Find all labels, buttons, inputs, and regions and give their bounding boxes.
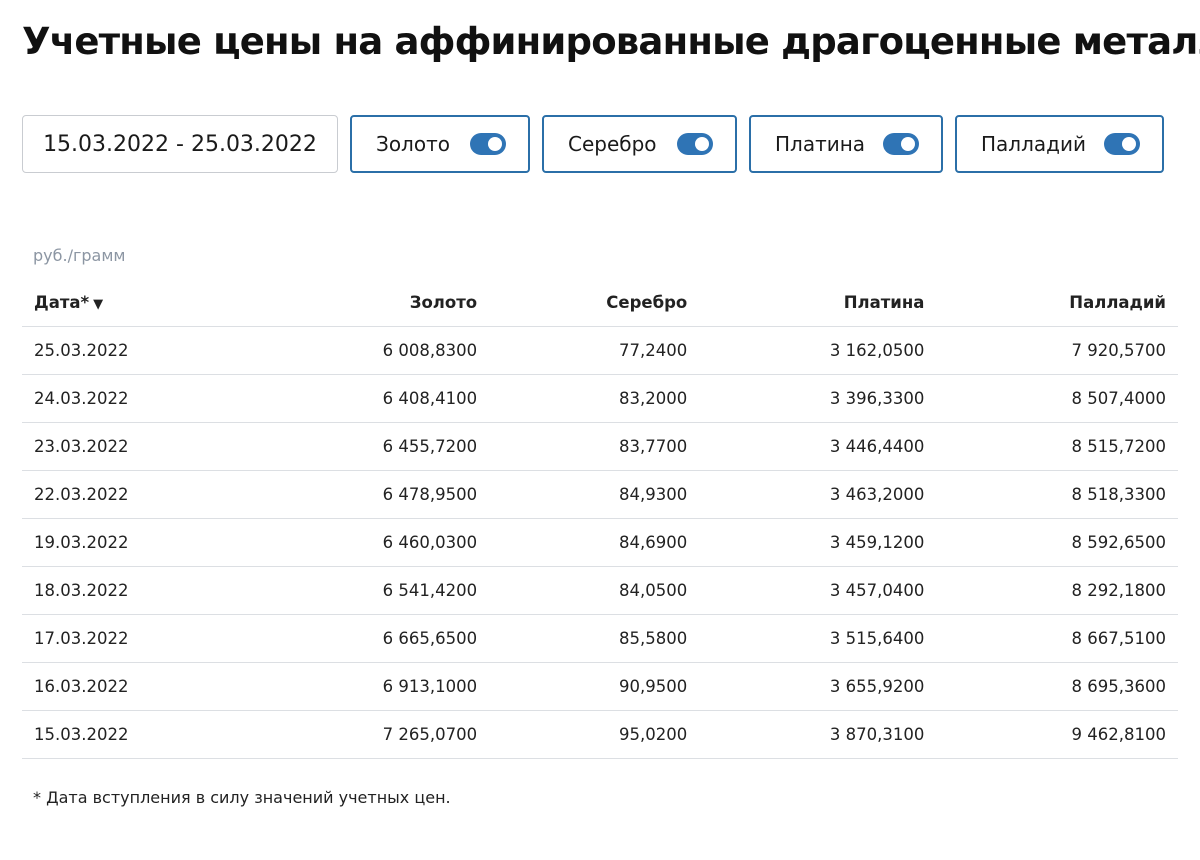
- toggle-gold[interactable]: Золото: [350, 115, 530, 173]
- table-row: 16.03.2022 6 913,1000 90,9500 3 655,9200 8 6…: [22, 662, 1178, 711]
- cell-silver: 77,2400: [489, 326, 700, 375]
- cell-palladium: 8 695,3600: [936, 662, 1178, 711]
- cell-palladium: 8 592,6500: [936, 518, 1178, 567]
- table-row: 17.03.2022 6 665,6500 85,5800 3 515,6400 8 6…: [22, 614, 1178, 663]
- cell-date: 24.03.2022: [22, 374, 252, 423]
- cell-gold: 6 460,0300: [252, 518, 490, 567]
- cell-gold: 6 541,4200: [252, 566, 490, 615]
- column-header-palladium: Палладий: [936, 280, 1178, 327]
- cell-date: 23.03.2022: [22, 422, 252, 471]
- cell-date: 15.03.2022: [22, 710, 252, 759]
- cell-palladium: 8 292,1800: [936, 566, 1178, 615]
- cell-palladium: 7 920,5700: [936, 326, 1178, 375]
- cell-platinum: 3 515,6400: [699, 614, 937, 663]
- toggle-palladium[interactable]: Палладий: [955, 115, 1164, 173]
- page-title: Учетные цены на аффинированные драгоценн…: [22, 20, 1200, 63]
- table-header-row: Дата* ▼ Золото Серебро Платина Палладий: [22, 280, 1178, 327]
- cell-platinum: 3 446,4400: [699, 422, 937, 471]
- table-row: 22.03.2022 6 478,9500 84,9300 3 463,2000 8 5…: [22, 470, 1178, 519]
- cell-gold: 6 913,1000: [252, 662, 490, 711]
- sort-down-icon[interactable]: ▼: [93, 297, 103, 312]
- cell-palladium: 8 667,5100: [936, 614, 1178, 663]
- cell-silver: 84,6900: [489, 518, 700, 567]
- toggle-label: Платина: [775, 132, 866, 156]
- cell-date: 19.03.2022: [22, 518, 252, 567]
- cell-gold: 7 265,0700: [252, 710, 490, 759]
- cell-palladium: 9 462,8100: [936, 710, 1178, 759]
- cell-platinum: 3 870,3100: [699, 710, 937, 759]
- cell-date: 22.03.2022: [22, 470, 252, 519]
- cell-gold: 6 455,7200: [252, 422, 490, 471]
- cell-platinum: 3 463,2000: [699, 470, 937, 519]
- cell-silver: 84,0500: [489, 566, 700, 615]
- cell-silver: 84,9300: [489, 470, 700, 519]
- cell-date: 18.03.2022: [22, 566, 252, 615]
- cell-platinum: 3 459,1200: [699, 518, 937, 567]
- cell-platinum: 3 457,0400: [699, 566, 937, 615]
- toggle-switch-icon[interactable]: [677, 133, 713, 155]
- date-range-picker[interactable]: 15.03.2022 - 25.03.2022: [22, 115, 338, 173]
- unit-label: руб./грамм: [33, 246, 126, 265]
- cell-date: 25.03.2022: [22, 326, 252, 375]
- column-header-date[interactable]: Дата* ▼: [22, 280, 252, 327]
- cell-platinum: 3 162,0500: [699, 326, 937, 375]
- cell-date: 17.03.2022: [22, 614, 252, 663]
- toggle-switch-icon[interactable]: [883, 133, 919, 155]
- table-row: 25.03.2022 6 008,8300 77,2400 3 162,0500 7 9…: [22, 326, 1178, 375]
- cell-gold: 6 478,9500: [252, 470, 490, 519]
- table-row: 18.03.2022 6 541,4200 84,0500 3 457,0400 8 2…: [22, 566, 1178, 615]
- cell-palladium: 8 507,4000: [936, 374, 1178, 423]
- toggle-switch-icon[interactable]: [470, 133, 506, 155]
- cell-platinum: 3 655,9200: [699, 662, 937, 711]
- table-row: 19.03.2022 6 460,0300 84,6900 3 459,1200 8 5…: [22, 518, 1178, 567]
- table-row: 15.03.2022 7 265,0700 95,0200 3 870,3100 9 4…: [22, 710, 1178, 759]
- column-header-label: Дата*: [34, 293, 90, 313]
- cell-platinum: 3 396,3300: [699, 374, 937, 423]
- price-table: Дата* ▼ Золото Серебро Платина Палладий 2…: [22, 280, 1178, 759]
- cell-silver: 83,7700: [489, 422, 700, 471]
- cell-palladium: 8 515,7200: [936, 422, 1178, 471]
- cell-gold: 6 408,4100: [252, 374, 490, 423]
- column-header-gold: Золото: [252, 280, 490, 327]
- cell-silver: 85,5800: [489, 614, 700, 663]
- cell-gold: 6 008,8300: [252, 326, 490, 375]
- toggle-label: Палладий: [981, 132, 1086, 156]
- table-row: 24.03.2022 6 408,4100 83,2000 3 396,3300 8 5…: [22, 374, 1178, 423]
- cell-silver: 95,0200: [489, 710, 700, 759]
- footnote: * Дата вступления в силу значений учетны…: [33, 788, 451, 807]
- cell-gold: 6 665,6500: [252, 614, 490, 663]
- cell-silver: 90,9500: [489, 662, 700, 711]
- toggle-silver[interactable]: Серебро: [542, 115, 737, 173]
- table-row: 23.03.2022 6 455,7200 83,7700 3 446,4400 8 5…: [22, 422, 1178, 471]
- column-header-silver: Серебро: [489, 280, 700, 327]
- column-header-platinum: Платина: [699, 280, 937, 327]
- cell-date: 16.03.2022: [22, 662, 252, 711]
- toggle-switch-icon[interactable]: [1104, 133, 1140, 155]
- table-body: 25.03.2022 6 008,8300 77,2400 3 162,0500 7 9…: [22, 326, 1178, 759]
- toggle-platinum[interactable]: Платина: [749, 115, 943, 173]
- toggle-label: Серебро: [568, 132, 657, 156]
- cell-silver: 83,2000: [489, 374, 700, 423]
- toggle-label: Золото: [376, 132, 450, 156]
- cell-palladium: 8 518,3300: [936, 470, 1178, 519]
